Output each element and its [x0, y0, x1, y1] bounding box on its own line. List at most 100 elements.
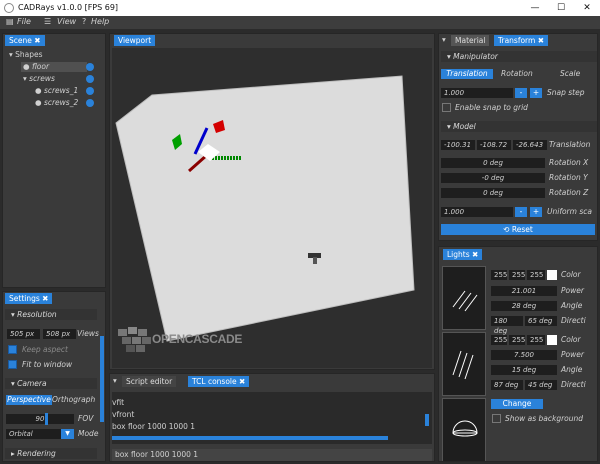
close-icon[interactable]: ✖	[538, 36, 544, 45]
orthographic-button[interactable]: Orthograph	[52, 395, 98, 405]
section-resolution[interactable]: ▾ Resolution	[5, 309, 97, 320]
window-title: CADRays v1.0.0 [FPS 69]	[18, 3, 119, 12]
light-1-power-input[interactable]: 21.001	[491, 286, 557, 296]
console-menu-icon[interactable]: ▾	[113, 376, 117, 386]
lights-panel: Lights ✖ 255 255 255 Color 21.001 Power …	[438, 246, 598, 462]
light-2-preview[interactable]	[442, 332, 486, 396]
light-1-color-swatch[interactable]	[547, 270, 557, 280]
section-camera[interactable]: ▾ Camera	[5, 378, 97, 389]
chevron-down-icon[interactable]: ▼	[61, 429, 74, 439]
viewport-canvas[interactable]: OPENCASCADE	[112, 48, 432, 368]
reset-button[interactable]: ⟲ Reset	[441, 224, 595, 235]
tab-tcl-console[interactable]: TCL console ✖	[188, 376, 250, 387]
light-2-color-label: Color	[561, 335, 581, 344]
light-2-color-swatch[interactable]	[547, 335, 557, 345]
tab-viewport[interactable]: Viewport	[114, 35, 156, 46]
rotation-y-slider[interactable]: -0 deg	[441, 173, 545, 183]
visibility-toggle-screws[interactable]	[86, 75, 94, 83]
panel-menu-icon[interactable]: ▾	[442, 35, 446, 45]
uniform-scale-input[interactable]: 1.000	[441, 207, 513, 217]
snap-step-decrement[interactable]: -	[515, 88, 527, 98]
section-model[interactable]: ▾ Model	[441, 121, 597, 132]
close-button[interactable]: ✕	[574, 0, 600, 16]
snap-step-input[interactable]: 1.000	[441, 88, 513, 98]
tab-transform[interactable]: Transform ✖	[494, 35, 548, 46]
console-v-scrollbar[interactable]	[425, 414, 429, 426]
tree-item-screws[interactable]: ▾ screws	[23, 74, 55, 84]
translation-mode-button[interactable]: Translation	[441, 69, 493, 79]
tab-material[interactable]: Material	[451, 35, 490, 46]
fov-slider-handle[interactable]	[45, 413, 48, 425]
light-2-angle-label: Angle	[561, 365, 583, 374]
fov-slider[interactable]: 90	[6, 414, 74, 424]
scale-mode-button[interactable]: Scale	[560, 69, 580, 79]
close-icon[interactable]: ✖	[239, 377, 245, 386]
close-icon[interactable]: ✖	[34, 36, 40, 45]
light-2-direction-label: Directi	[561, 380, 586, 389]
snap-to-grid-label: Enable snap to grid	[455, 103, 528, 112]
snap-step-increment[interactable]: +	[530, 88, 542, 98]
light-2-direction-azimuth[interactable]: 87 deg	[491, 380, 523, 390]
tree-item-screws-2[interactable]: ● screws_2	[35, 98, 78, 108]
light-1-color-g[interactable]: 255	[509, 270, 525, 280]
settings-scrollbar[interactable]	[100, 336, 104, 422]
menu-view[interactable]: View	[57, 17, 76, 26]
light-2-color-g[interactable]: 255	[509, 335, 525, 345]
light-1-angle-slider[interactable]: 28 deg	[491, 301, 557, 311]
light-1-direction-azimuth[interactable]: 180 deg	[491, 316, 523, 335]
maximize-button[interactable]: ☐	[548, 0, 574, 16]
change-environment-button[interactable]: Change	[491, 399, 543, 409]
snap-to-grid-checkbox[interactable]	[442, 103, 451, 112]
uniform-scale-increment[interactable]: +	[530, 207, 542, 217]
menu-file[interactable]: File	[17, 17, 31, 26]
light-2-angle-slider[interactable]: 15 deg	[491, 365, 557, 375]
light-1-preview[interactable]	[442, 266, 486, 330]
console-input[interactable]: box floor 1000 1000 1	[112, 449, 432, 461]
file-icon: ▤	[6, 17, 14, 26]
light-1-color-r[interactable]: 255	[491, 270, 507, 280]
resolution-height-input[interactable]: 508 px	[43, 329, 76, 339]
visibility-toggle-screws-1[interactable]	[86, 87, 94, 95]
opencascade-logo	[118, 327, 151, 352]
rotation-z-slider[interactable]: 0 deg	[441, 188, 545, 198]
menu-help[interactable]: Help	[91, 17, 109, 26]
tree-item-screws-1[interactable]: ● screws_1	[35, 86, 78, 96]
translation-x-input[interactable]: -100.31	[441, 140, 475, 150]
uniform-scale-label: Uniform sca	[547, 207, 592, 216]
keep-aspect-checkbox[interactable]	[8, 345, 17, 354]
light-2-power-input[interactable]: 7.500	[491, 350, 557, 360]
tab-scene[interactable]: Scene ✖	[5, 35, 45, 46]
console-h-scrollbar[interactable]	[112, 436, 388, 440]
light-1-color-b[interactable]: 255	[527, 270, 545, 280]
translation-y-input[interactable]: -108.72	[477, 140, 511, 150]
translation-z-input[interactable]: -26.643	[513, 140, 547, 150]
light-2-direction-elevation[interactable]: 45 deg	[525, 380, 557, 390]
rotation-x-slider[interactable]: 0 deg	[441, 158, 545, 168]
tab-lights[interactable]: Lights ✖	[443, 249, 483, 260]
close-icon[interactable]: ✖	[472, 250, 478, 259]
show-as-background-checkbox[interactable]	[492, 414, 501, 423]
view-icon: ☰	[44, 17, 52, 26]
visibility-toggle-floor[interactable]	[86, 63, 94, 71]
visibility-toggle-screws-2[interactable]	[86, 99, 94, 107]
tab-script-editor[interactable]: Script editor	[122, 376, 177, 387]
uniform-scale-decrement[interactable]: -	[515, 207, 527, 217]
show-as-background-label: Show as background	[505, 414, 584, 423]
fit-to-window-checkbox[interactable]	[8, 360, 17, 369]
section-manipulator[interactable]: ▾ Manipulator	[441, 51, 597, 62]
tree-root-shapes[interactable]: ▾ Shapes	[9, 50, 43, 60]
console-panel: ▾ Script editor TCL console ✖ vfit vfron…	[109, 373, 435, 462]
rotation-mode-button[interactable]: Rotation	[501, 69, 533, 79]
section-rendering[interactable]: ▸ Rendering	[5, 448, 97, 459]
directional-light-icon	[452, 350, 474, 380]
environment-preview[interactable]	[442, 398, 486, 461]
tab-settings[interactable]: Settings ✖	[5, 293, 53, 304]
perspective-button[interactable]: Perspective	[6, 395, 52, 405]
light-2-color-b[interactable]: 255	[527, 335, 545, 345]
light-1-direction-elevation[interactable]: 65 deg	[525, 316, 557, 326]
minimize-button[interactable]: —	[522, 0, 548, 16]
light-2-color-r[interactable]: 255	[491, 335, 507, 345]
resolution-width-input[interactable]: 505 px	[7, 329, 40, 339]
app-icon	[4, 3, 14, 13]
close-icon[interactable]: ✖	[42, 294, 48, 303]
